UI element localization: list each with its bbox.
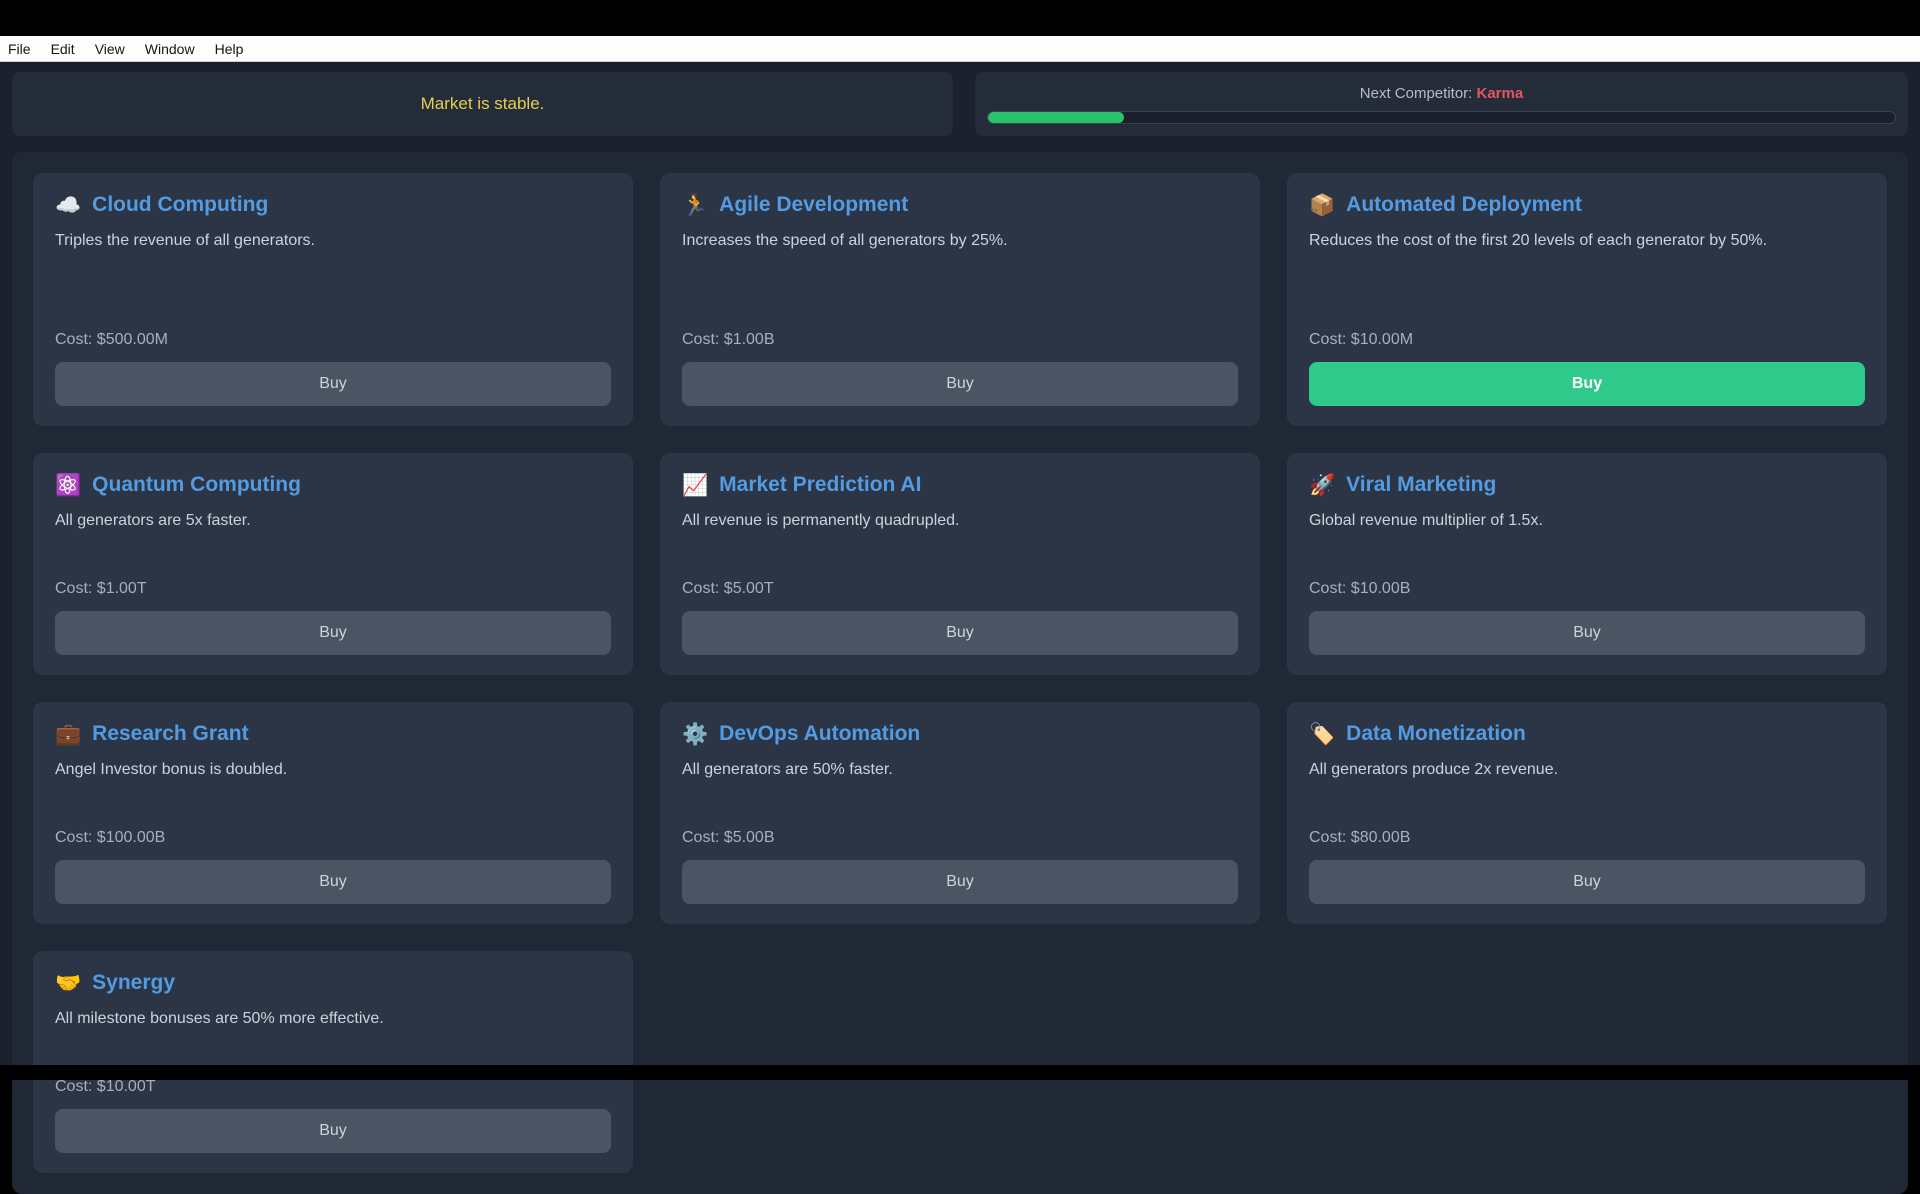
upgrade-cost: Cost: $1.00T	[55, 580, 611, 598]
atom-icon: ⚛️	[55, 475, 81, 496]
rocket-icon: 🚀	[1309, 475, 1335, 496]
market-status-panel: Market is stable.	[12, 72, 953, 136]
upgrade-card-agile-development: 🏃 Agile Development Increases the speed …	[660, 173, 1260, 426]
handshake-icon: 🤝	[55, 973, 81, 994]
upgrade-header: 🚀 Viral Marketing	[1309, 473, 1865, 497]
buy-button[interactable]: Buy	[55, 860, 611, 904]
top-black-bar	[0, 0, 1920, 36]
upgrade-title: Automated Deployment	[1346, 193, 1582, 217]
upgrades-panel: ☁️ Cloud Computing Triples the revenue o…	[12, 152, 1908, 1194]
upgrade-description: All generators produce 2x revenue.	[1309, 758, 1865, 783]
upgrade-card-data-monetization: 🏷️ Data Monetization All generators prod…	[1287, 702, 1887, 924]
upgrade-title: Quantum Computing	[92, 473, 301, 497]
upgrade-header: ☁️ Cloud Computing	[55, 193, 611, 217]
competitor-progress-fill	[988, 112, 1124, 123]
package-icon: 📦	[1309, 195, 1335, 216]
upgrade-header: ⚛️ Quantum Computing	[55, 473, 611, 497]
menu-help[interactable]: Help	[215, 41, 244, 57]
upgrade-card-quantum-computing: ⚛️ Quantum Computing All generators are …	[33, 453, 633, 675]
upgrade-cost: Cost: $10.00M	[1309, 331, 1865, 349]
menu-window[interactable]: Window	[145, 41, 195, 57]
upgrade-cost: Cost: $5.00B	[682, 829, 1238, 847]
upgrade-cost: Cost: $10.00B	[1309, 580, 1865, 598]
upgrade-card-devops-automation: ⚙️ DevOps Automation All generators are …	[660, 702, 1260, 924]
buy-button[interactable]: Buy	[1309, 860, 1865, 904]
app-background: Market is stable. Next Competitor: Karma…	[0, 62, 1920, 1080]
upgrade-cost: Cost: $100.00B	[55, 829, 611, 847]
buy-button[interactable]: Buy	[682, 362, 1238, 406]
menu-bar: File Edit View Window Help	[0, 36, 1920, 62]
status-row: Market is stable. Next Competitor: Karma	[12, 72, 1908, 136]
buy-button[interactable]: Buy	[55, 611, 611, 655]
buy-button[interactable]: Buy	[55, 362, 611, 406]
upgrade-cost: Cost: $1.00B	[682, 331, 1238, 349]
menu-view[interactable]: View	[95, 41, 125, 57]
upgrade-description: Increases the speed of all generators by…	[682, 229, 1238, 254]
upgrade-card-viral-marketing: 🚀 Viral Marketing Global revenue multipl…	[1287, 453, 1887, 675]
competitor-name: Karma	[1477, 85, 1524, 102]
runner-icon: 🏃	[682, 195, 708, 216]
upgrade-card-market-prediction-ai: 📈 Market Prediction AI All revenue is pe…	[660, 453, 1260, 675]
competitor-progress-track	[987, 111, 1896, 124]
menu-file[interactable]: File	[8, 41, 31, 57]
upgrade-header: 🏃 Agile Development	[682, 193, 1238, 217]
chart-increasing-icon: 📈	[682, 475, 708, 496]
upgrade-title: Research Grant	[92, 722, 248, 746]
market-status-text: Market is stable.	[421, 94, 545, 114]
upgrade-description: Reduces the cost of the first 20 levels …	[1309, 229, 1865, 254]
buy-button[interactable]: Buy	[682, 611, 1238, 655]
buy-button[interactable]: Buy	[682, 860, 1238, 904]
buy-button[interactable]: Buy	[1309, 611, 1865, 655]
upgrade-description: Triples the revenue of all generators.	[55, 229, 611, 254]
upgrade-header: 🏷️ Data Monetization	[1309, 722, 1865, 746]
upgrade-title: Agile Development	[719, 193, 908, 217]
competitor-label-prefix: Next Competitor:	[1360, 85, 1477, 102]
upgrade-header: 📦 Automated Deployment	[1309, 193, 1865, 217]
gear-icon: ⚙️	[682, 724, 708, 745]
briefcase-icon: 💼	[55, 724, 81, 745]
upgrade-description: All revenue is permanently quadrupled.	[682, 509, 1238, 534]
upgrade-title: Synergy	[92, 971, 175, 995]
upgrade-cost: Cost: $5.00T	[682, 580, 1238, 598]
competitor-label: Next Competitor: Karma	[987, 85, 1896, 102]
upgrade-title: Data Monetization	[1346, 722, 1526, 746]
tag-icon: 🏷️	[1309, 724, 1335, 745]
cloud-icon: ☁️	[55, 195, 81, 216]
competitor-panel: Next Competitor: Karma	[975, 72, 1908, 136]
upgrade-card-research-grant: 💼 Research Grant Angel Investor bonus is…	[33, 702, 633, 924]
upgrade-title: Market Prediction AI	[719, 473, 921, 497]
upgrade-card-cloud-computing: ☁️ Cloud Computing Triples the revenue o…	[33, 173, 633, 426]
upgrade-cost: Cost: $10.00T	[55, 1078, 611, 1096]
upgrade-card-synergy: 🤝 Synergy All milestone bonuses are 50% …	[33, 951, 633, 1173]
upgrade-header: ⚙️ DevOps Automation	[682, 722, 1238, 746]
upgrade-description: Global revenue multiplier of 1.5x.	[1309, 509, 1865, 534]
bottom-black-bar	[0, 1065, 1920, 1080]
buy-button[interactable]: Buy	[1309, 362, 1865, 406]
upgrade-header: 💼 Research Grant	[55, 722, 611, 746]
upgrade-description: All generators are 5x faster.	[55, 509, 611, 534]
upgrade-header: 🤝 Synergy	[55, 971, 611, 995]
upgrade-title: Cloud Computing	[92, 193, 268, 217]
upgrade-cost: Cost: $80.00B	[1309, 829, 1865, 847]
upgrades-grid: ☁️ Cloud Computing Triples the revenue o…	[33, 173, 1887, 1173]
upgrade-cost: Cost: $500.00M	[55, 331, 611, 349]
upgrade-card-automated-deployment: 📦 Automated Deployment Reduces the cost …	[1287, 173, 1887, 426]
upgrade-description: Angel Investor bonus is doubled.	[55, 758, 611, 783]
buy-button[interactable]: Buy	[55, 1109, 611, 1153]
upgrade-header: 📈 Market Prediction AI	[682, 473, 1238, 497]
upgrade-title: DevOps Automation	[719, 722, 920, 746]
menu-edit[interactable]: Edit	[51, 41, 75, 57]
upgrade-title: Viral Marketing	[1346, 473, 1496, 497]
upgrade-description: All generators are 50% faster.	[682, 758, 1238, 783]
upgrade-description: All milestone bonuses are 50% more effec…	[55, 1007, 611, 1032]
